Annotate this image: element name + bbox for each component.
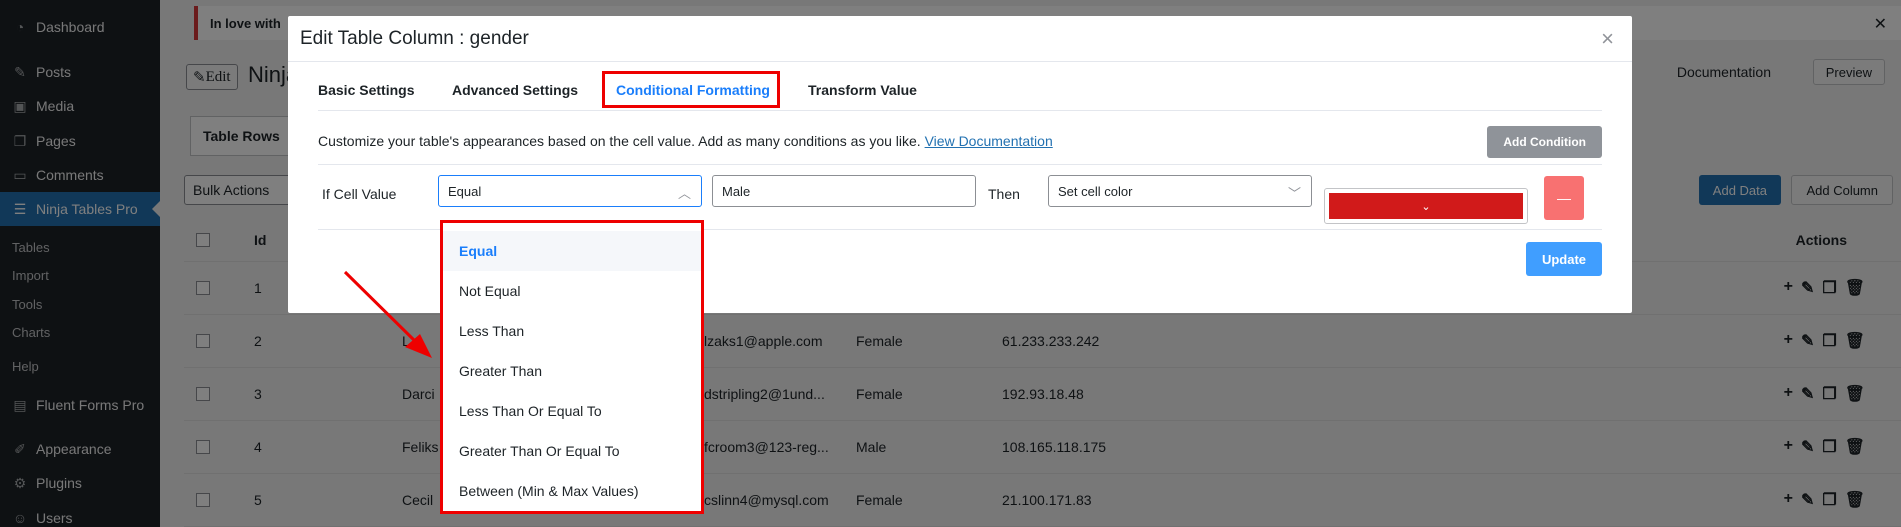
annotation-arrow	[343, 270, 432, 358]
arrow-shaft	[343, 270, 420, 346]
arrow-head	[405, 334, 432, 358]
